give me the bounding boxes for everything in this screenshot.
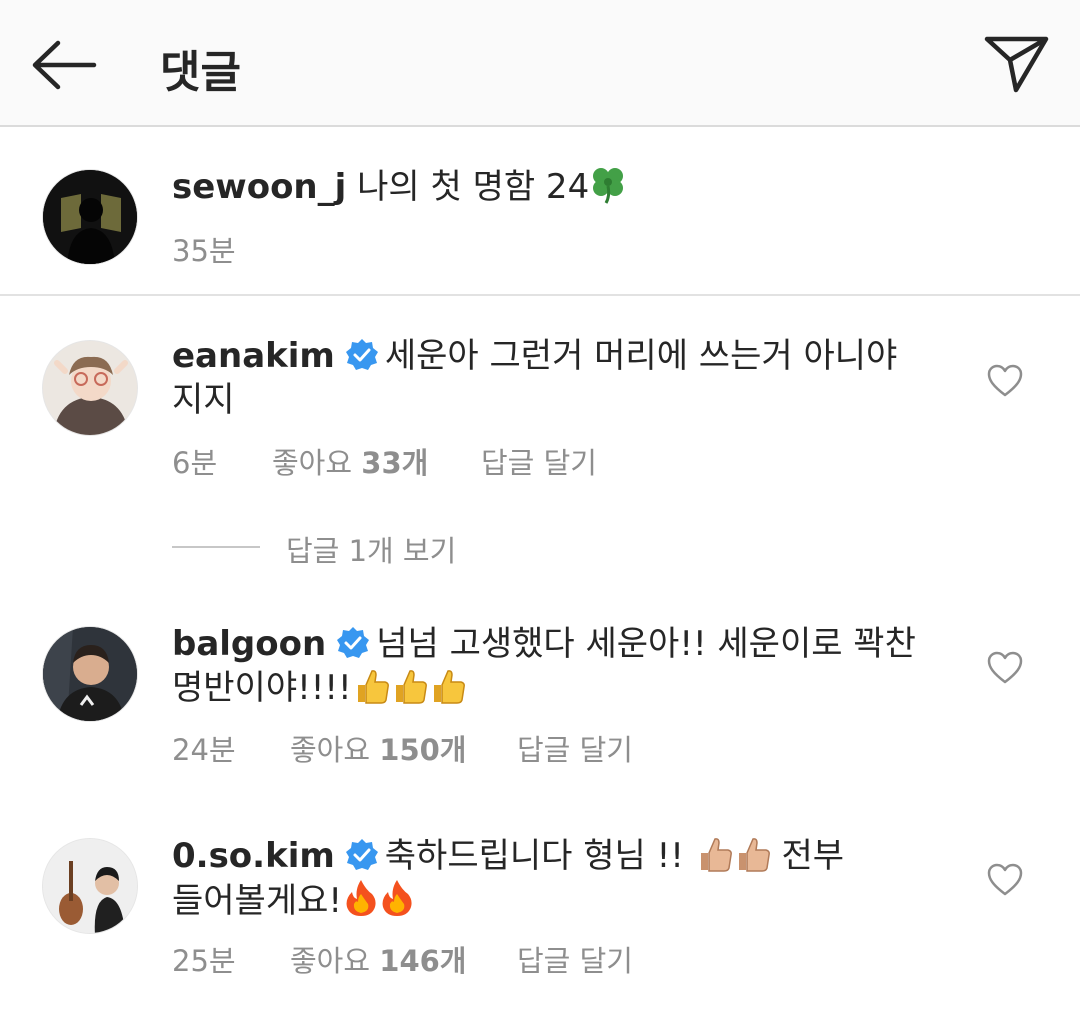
fire-icon (382, 880, 412, 916)
avatar-image (43, 627, 137, 721)
caption-username[interactable]: sewoon_j (172, 167, 346, 207)
replies-divider (172, 546, 260, 548)
likes-label: 좋아요 (290, 944, 371, 978)
heart-icon[interactable] (987, 364, 1023, 398)
reply-button[interactable]: 답글 달기 (481, 440, 597, 482)
comment-text-line2: 명반이야!!!! (172, 668, 352, 708)
paper-plane-icon (984, 36, 1049, 93)
thumbs-up-icon (357, 670, 389, 704)
thumbs-up-icon (738, 838, 770, 872)
likes-label: 좋아요 (290, 733, 371, 767)
likes-number: 33개 (361, 446, 429, 480)
post-caption: sewoon_j 나의 첫 명함 24 35분 (0, 128, 1080, 296)
arrow-left-icon (32, 40, 97, 90)
comment-time: 6분 (172, 446, 218, 480)
avatar[interactable] (42, 838, 138, 934)
comment-text-line: eanakim 세운아 그런거 머리에 쓰는거 아니야 (172, 334, 897, 378)
comment-text-line: 0.so.kim 축하드립니다 형님 !! 전부 (172, 834, 844, 878)
comment-time: 24분 (172, 733, 236, 767)
heart-icon[interactable] (987, 863, 1023, 897)
comment-text-continued: 명반이야!!!! (172, 666, 466, 710)
share-button[interactable] (978, 28, 1058, 98)
comment-text-line2: 들어볼게요! (172, 881, 343, 921)
comment-text: 축하드립니다 형님 !! (384, 836, 684, 876)
heart-icon[interactable] (987, 651, 1023, 685)
view-replies-label[interactable]: 답글 1개 보기 (286, 528, 456, 570)
comment-text-tail: 전부 (781, 836, 845, 876)
comment-username[interactable]: 0.so.kim (172, 836, 335, 876)
verified-badge-icon (345, 339, 378, 370)
caption-time: 35분 (172, 234, 236, 268)
comment-meta: 6분 좋아요 33개 답글 달기 (172, 440, 672, 480)
thumbs-up-icon (700, 838, 732, 872)
reply-button[interactable]: 답글 달기 (517, 938, 633, 980)
comment-text-continued: 들어볼게요! (172, 878, 414, 923)
comment-text: 세운아 그런거 머리에 쓰는거 아니야 (384, 336, 898, 376)
avatar-image (43, 839, 137, 933)
comment-meta: 24분 좋아요 150개 답글 달기 (172, 727, 692, 767)
likes-number: 146개 (379, 944, 467, 978)
fire-icon (346, 880, 376, 916)
top-bar: 댓글 (0, 0, 1080, 127)
avatar[interactable] (42, 626, 138, 722)
caption-text-line: sewoon_j 나의 첫 명함 24 (172, 164, 627, 209)
likes-number: 150개 (379, 733, 467, 767)
comment-text: 넘넘 고생했다 세운아!! 세운이로 꽉찬 (376, 624, 916, 664)
comment-username[interactable]: eanakim (172, 336, 335, 376)
avatar[interactable] (42, 340, 138, 436)
verified-badge-icon (337, 627, 370, 658)
page-title: 댓글 (160, 47, 241, 98)
avatar[interactable] (42, 169, 138, 265)
view-replies[interactable]: 답글 1개 보기 (172, 528, 572, 568)
comment-username[interactable]: balgoon (172, 624, 326, 664)
likes-label: 좋아요 (272, 446, 353, 480)
likes-count[interactable]: 좋아요 146개 (290, 938, 466, 980)
back-button[interactable] (22, 30, 102, 100)
comment-text-continued: 지지 (172, 380, 235, 420)
comment-text-line: balgoon 넘넘 고생했다 세운아!! 세운이로 꽉찬 (172, 622, 916, 666)
likes-count[interactable]: 좋아요 33개 (272, 440, 428, 482)
comment-time: 25분 (172, 944, 236, 978)
thumbs-up-icon (433, 670, 465, 704)
verified-badge-icon (345, 839, 378, 870)
caption-text: 나의 첫 명함 24 (357, 167, 590, 207)
likes-count[interactable]: 좋아요 150개 (290, 727, 466, 769)
avatar-image (43, 170, 137, 264)
four-leaf-clover-icon (593, 168, 624, 204)
comment-meta: 25분 좋아요 146개 답글 달기 (172, 938, 692, 978)
reply-button[interactable]: 답글 달기 (517, 727, 633, 769)
avatar-image (43, 341, 137, 435)
thumbs-up-icon (395, 670, 427, 704)
